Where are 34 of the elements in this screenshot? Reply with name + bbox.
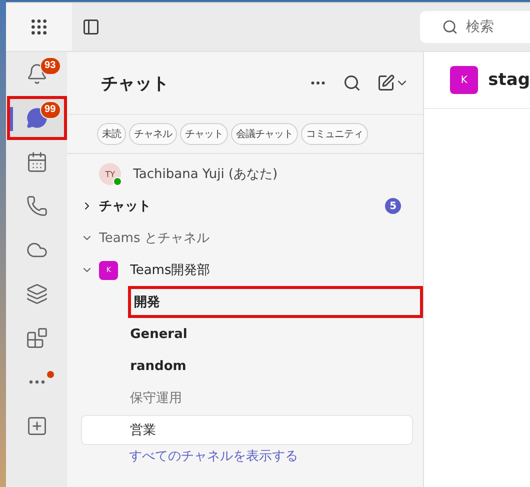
filter-chip[interactable]: チャット bbox=[180, 123, 228, 145]
conversation-avatar: K bbox=[450, 66, 478, 94]
channel-item[interactable]: 営業 bbox=[81, 415, 414, 445]
channel-item[interactable]: 開発 bbox=[128, 286, 424, 318]
rail-button[interactable]: 99 bbox=[6, 96, 67, 140]
panel-title: チャット bbox=[101, 72, 170, 94]
team-name[interactable]: Teams開発部 bbox=[130, 261, 210, 279]
user-avatar: TY bbox=[99, 163, 122, 185]
rail-button[interactable]: 93 bbox=[6, 52, 67, 96]
notification-badge: 99 bbox=[40, 101, 61, 119]
conversation-title: stag bbox=[488, 70, 530, 90]
search-field[interactable]: 検索 bbox=[420, 11, 530, 43]
calendar-icon bbox=[26, 151, 48, 173]
apps-icon bbox=[26, 327, 48, 349]
unread-count: 5 bbox=[385, 198, 402, 214]
filter-chip[interactable]: 未読 bbox=[97, 123, 126, 145]
more-icon bbox=[28, 380, 45, 384]
channel-item[interactable]: random bbox=[81, 350, 414, 382]
selection-bar bbox=[10, 107, 13, 131]
notification-badge: 93 bbox=[40, 57, 61, 75]
layers-icon bbox=[26, 283, 48, 305]
channel-item[interactable]: General bbox=[81, 318, 414, 350]
channel-item[interactable]: 保守運用 bbox=[81, 382, 414, 414]
user-name[interactable]: Tachibana Yuji (あなた) bbox=[133, 165, 278, 183]
section-label[interactable]: Teams とチャネル bbox=[99, 229, 210, 247]
filter-chip[interactable]: コミュニティ bbox=[301, 123, 368, 145]
add-icon bbox=[26, 415, 48, 437]
phone-icon bbox=[26, 195, 48, 217]
filter-chip[interactable]: 会議チャット bbox=[231, 123, 298, 145]
search-icon bbox=[442, 19, 458, 35]
filter-chip[interactable]: チャネル bbox=[129, 123, 178, 145]
show-all-channels-link[interactable]: すべてのチャネルを表示する bbox=[81, 446, 414, 468]
presence-dot bbox=[113, 177, 122, 186]
section-label[interactable]: チャット bbox=[99, 197, 152, 215]
